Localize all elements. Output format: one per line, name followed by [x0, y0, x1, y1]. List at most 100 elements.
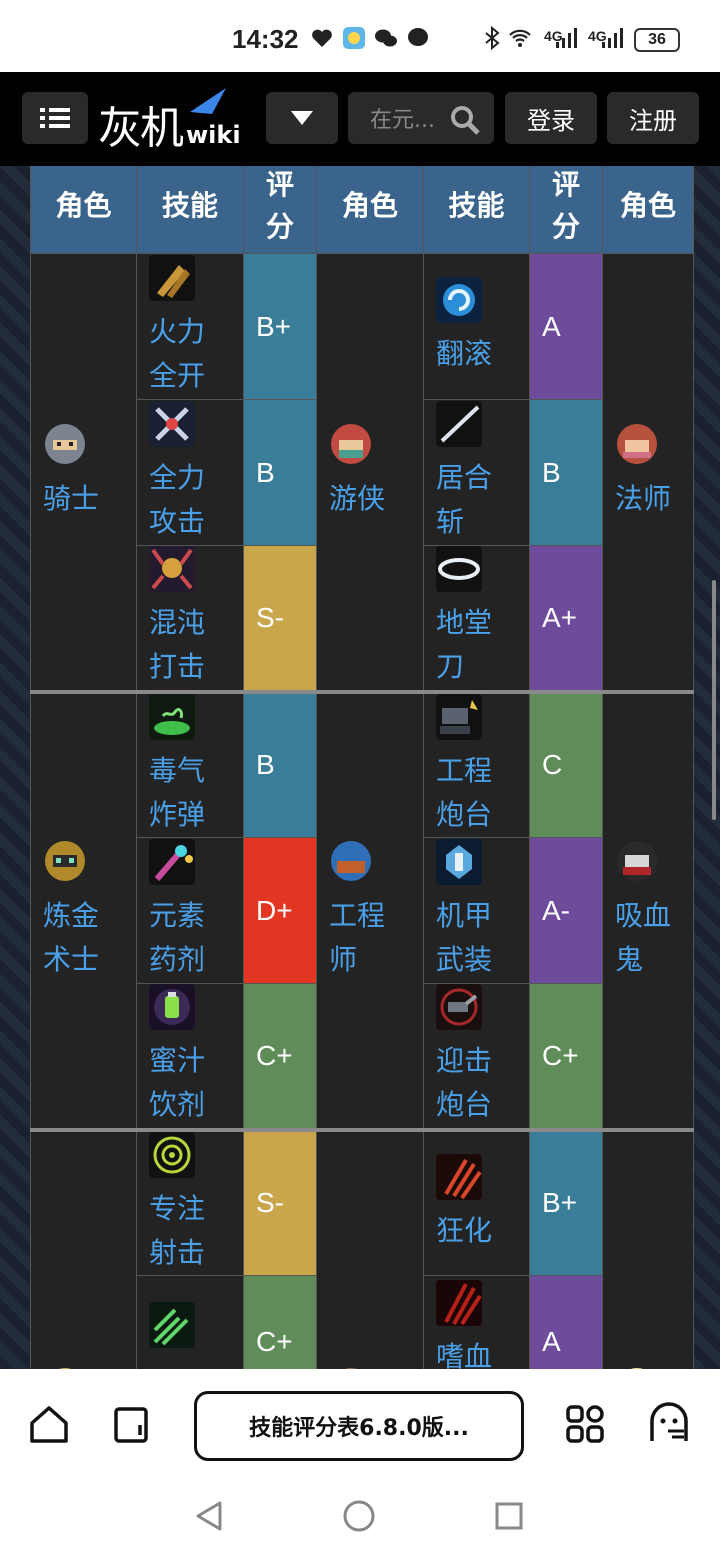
role-label: 炼金: [43, 899, 100, 932]
table-row: 专注 射击 S- 狂化 B+: [30, 1127, 694, 1369]
score-cell: C: [529, 689, 603, 838]
chaos-strike-icon: [149, 546, 195, 593]
role-cell-wizard[interactable]: 法师: [602, 253, 694, 692]
intercept-turret-icon: [436, 984, 482, 1031]
full-firepower-icon: [149, 255, 195, 301]
paper-plane-icon: [190, 88, 226, 114]
current-tab-title[interactable]: 技能评分表6.8.0版...: [194, 1391, 524, 1461]
role-label: 游侠: [329, 482, 386, 516]
alchemist-avatar-icon: [45, 841, 85, 881]
arrow-rain-icon: [149, 1302, 195, 1348]
search-input[interactable]: 在元...: [348, 92, 494, 144]
browser-toolbar: 技能评分表6.8.0版...: [0, 1369, 720, 1559]
header-role: 角色: [602, 166, 694, 254]
table-row: 骑士 火力 全开 B+ 游侠 翻滚 A 法师: [30, 253, 694, 692]
honey-drink-icon: [149, 984, 195, 1031]
role-cell-engineer[interactable]: 工程师: [316, 689, 424, 1130]
skill-cell[interactable]: [136, 1275, 244, 1369]
full-attack-icon: [149, 401, 195, 447]
skill-cell[interactable]: 专注 射击: [136, 1127, 244, 1276]
login-button[interactable]: 登录: [505, 92, 597, 144]
iai-slash-icon: [436, 401, 482, 447]
role-label: 骑士: [43, 482, 100, 516]
score-cell: C+: [529, 983, 603, 1130]
bloodthirst-icon: [436, 1280, 482, 1326]
home-nav-icon[interactable]: [342, 1499, 376, 1533]
signal-icon-2: [602, 28, 623, 48]
role-cell-werewolf[interactable]: [316, 1127, 424, 1369]
tabs-icon[interactable]: [112, 1403, 154, 1445]
scrollbar[interactable]: [712, 580, 716, 820]
skill-cell[interactable]: 地堂刀: [423, 545, 530, 692]
register-button[interactable]: 注册: [607, 92, 699, 144]
ghost-icon[interactable]: [648, 1401, 690, 1445]
search-icon[interactable]: [450, 105, 480, 135]
role-cell-ranger[interactable]: 游侠: [316, 253, 424, 692]
weather-icon: [343, 27, 365, 49]
skill-cell[interactable]: 混沌 打击: [136, 545, 244, 692]
score-cell: S-: [243, 1127, 317, 1276]
skill-cell[interactable]: 居合斩: [423, 399, 530, 546]
skill-cell[interactable]: 嗜血: [423, 1275, 530, 1369]
role-cell-knight[interactable]: 骑士: [30, 253, 137, 692]
skill-cell[interactable]: 元素 药剂: [136, 837, 244, 984]
header-skill: 技能: [423, 166, 530, 254]
back-nav-icon[interactable]: [194, 1499, 224, 1533]
battery-indicator: 36: [634, 28, 680, 52]
engineer-avatar-icon: [331, 841, 371, 881]
role-cell-elf[interactable]: [30, 1127, 137, 1369]
role-label: 工程: [329, 899, 386, 932]
score-cell: B: [529, 399, 603, 546]
apps-grid-icon[interactable]: [564, 1403, 606, 1445]
skill-cell[interactable]: 机甲 武装: [423, 837, 530, 984]
menu-button[interactable]: [22, 92, 88, 144]
recents-nav-icon[interactable]: [494, 1499, 524, 1533]
dropdown-button[interactable]: [266, 92, 338, 144]
score-cell: A+: [529, 545, 603, 692]
header-role: 角色: [316, 166, 424, 254]
skill-cell[interactable]: 全力 攻击: [136, 399, 244, 546]
caret-down-icon: [291, 111, 313, 125]
skill-cell[interactable]: 毒气 炸弹: [136, 689, 244, 838]
list-icon: [40, 108, 70, 128]
score-cell: A-: [529, 837, 603, 984]
role-cell-vampire[interactable]: 吸血鬼: [602, 689, 694, 1130]
site-logo[interactable]: 灰机 wiki: [98, 88, 241, 154]
ground-blade-icon: [436, 546, 482, 593]
berserk-icon: [436, 1153, 482, 1200]
skill-cell[interactable]: 翻滚: [423, 253, 530, 400]
header-skill: 技能: [136, 166, 244, 254]
skill-rating-table: 角色 技能 评分 角色 技能 评分 角色 骑士 火力 全开 B+ 游侠 翻滚 A…: [30, 166, 694, 1369]
score-cell: D+: [243, 837, 317, 984]
skill-cell[interactable]: 迎击 炮台: [423, 983, 530, 1130]
header-score: 评分: [529, 166, 603, 254]
score-cell: C+: [243, 983, 317, 1130]
score-cell: C+: [243, 1275, 317, 1369]
wizard-avatar-icon: [617, 424, 657, 465]
score-cell: A: [529, 253, 603, 400]
site-header: 灰机 wiki 在元... 登录 注册: [0, 72, 720, 166]
home-icon[interactable]: [28, 1403, 70, 1445]
role-cell-alchemist[interactable]: 炼金 术士: [30, 689, 137, 1130]
ranger-avatar-icon: [331, 424, 371, 465]
vampire-avatar-icon: [617, 841, 657, 881]
heart-icon: [312, 29, 332, 47]
score-cell: S-: [243, 545, 317, 692]
header-score: 评分: [243, 166, 317, 254]
table-row: 炼金 术士 毒气 炸弹 B 工程师 工程 炮台 C 吸血鬼: [30, 689, 694, 1130]
wifi-icon: [509, 29, 531, 47]
score-cell: B: [243, 399, 317, 546]
skill-cell[interactable]: 火力 全开: [136, 253, 244, 400]
mech-armor-icon: [436, 839, 482, 885]
role-label: 吸血: [615, 899, 672, 932]
header-role: 角色: [30, 166, 137, 254]
status-bar: 14:32 4G 4G 36: [0, 0, 720, 72]
wechat-icon: [375, 29, 397, 47]
poison-bomb-icon: [149, 693, 195, 740]
skill-cell[interactable]: 蜜汁 饮剂: [136, 983, 244, 1130]
skill-cell[interactable]: 工程 炮台: [423, 689, 530, 838]
role-cell-priest[interactable]: [602, 1127, 694, 1369]
search-placeholder: 在元...: [370, 108, 435, 133]
skill-cell[interactable]: 狂化: [423, 1127, 530, 1276]
elemental-potion-icon: [149, 839, 195, 885]
